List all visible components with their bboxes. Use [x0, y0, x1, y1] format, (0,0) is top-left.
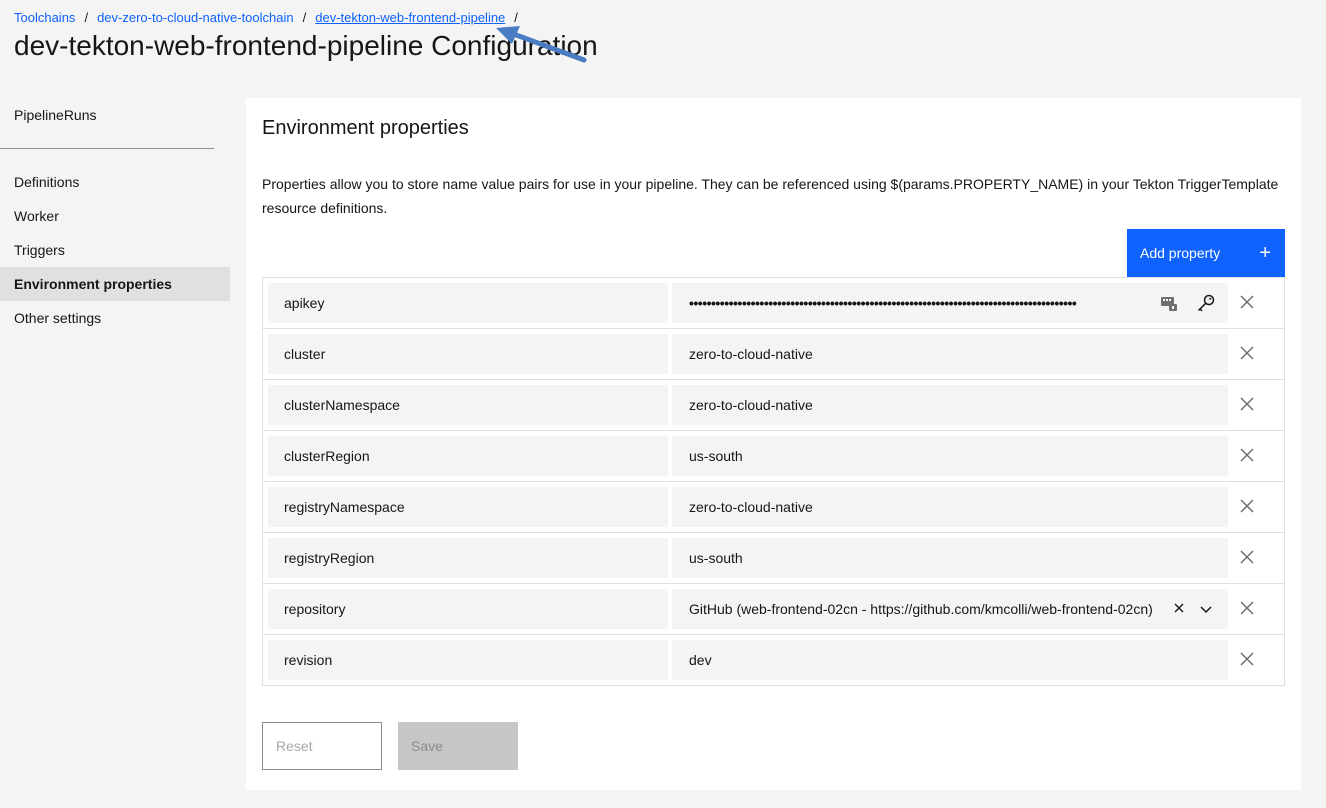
- sidebar-item-definitions[interactable]: Definitions: [0, 165, 230, 199]
- delete-property-icon[interactable]: [1239, 651, 1255, 667]
- key-icon[interactable]: [1196, 293, 1216, 313]
- property-value-secure-field[interactable]: ••••••••••••••••••••••••••••••••••••••••…: [672, 283, 1228, 323]
- delete-property-icon[interactable]: [1239, 345, 1255, 361]
- sidebar-item-pipelineruns[interactable]: PipelineRuns: [0, 98, 230, 132]
- sidebar-item-environment-properties[interactable]: Environment properties: [0, 267, 230, 301]
- repository-select[interactable]: GitHub (web-frontend-02cn - https://gith…: [672, 589, 1228, 629]
- sidebar-item-triggers[interactable]: Triggers: [0, 233, 230, 267]
- table-row: clusterRegion us-south: [263, 431, 1284, 482]
- breadcrumb-toolchain[interactable]: dev-zero-to-cloud-native-toolchain: [97, 10, 294, 25]
- sidebar-item-other-settings[interactable]: Other settings: [0, 301, 230, 335]
- property-name-field[interactable]: repository: [268, 589, 668, 629]
- clear-selection-icon[interactable]: [1172, 601, 1186, 615]
- reset-button[interactable]: Reset: [262, 722, 382, 770]
- table-row: registryRegion us-south: [263, 533, 1284, 584]
- page-title: dev-tekton-web-frontend-pipeline Configu…: [14, 30, 598, 61]
- delete-property-icon[interactable]: [1239, 549, 1255, 565]
- table-row: clusterNamespace zero-to-cloud-native: [263, 380, 1284, 431]
- delete-property-icon[interactable]: [1239, 447, 1255, 463]
- plus-icon: +: [1259, 242, 1271, 264]
- save-button[interactable]: Save: [398, 722, 518, 770]
- section-description: Properties allow you to store name value…: [262, 176, 1279, 216]
- property-name-field[interactable]: cluster: [268, 334, 668, 374]
- property-name-field[interactable]: clusterNamespace: [268, 385, 668, 425]
- property-name-field[interactable]: apikey: [268, 283, 668, 323]
- repository-select-value: GitHub (web-frontend-02cn - https://gith…: [689, 601, 1153, 617]
- password-manager-icon[interactable]: [1160, 294, 1178, 312]
- sidebar: PipelineRuns Definitions Worker Triggers…: [0, 98, 230, 335]
- property-name-field[interactable]: registryRegion: [268, 538, 668, 578]
- delete-property-icon[interactable]: [1239, 294, 1255, 310]
- breadcrumb-separator: /: [302, 10, 307, 25]
- property-name-field[interactable]: clusterRegion: [268, 436, 668, 476]
- table-row: apikey •••••••••••••••••••••••••••••••••…: [263, 278, 1284, 329]
- properties-table: apikey •••••••••••••••••••••••••••••••••…: [262, 277, 1285, 686]
- delete-property-icon[interactable]: [1239, 396, 1255, 412]
- table-row: registryNamespace zero-to-cloud-native: [263, 482, 1284, 533]
- table-row: cluster zero-to-cloud-native: [263, 329, 1284, 380]
- breadcrumb-separator: /: [514, 10, 518, 25]
- section-title: Environment properties: [262, 117, 469, 139]
- delete-property-icon[interactable]: [1239, 498, 1255, 514]
- breadcrumb: Toolchains / dev-zero-to-cloud-native-to…: [14, 10, 527, 25]
- breadcrumb-toolchains[interactable]: Toolchains: [14, 10, 75, 25]
- breadcrumb-separator: /: [84, 10, 89, 25]
- breadcrumb-pipeline[interactable]: dev-tekton-web-frontend-pipeline: [315, 10, 505, 25]
- property-value-field[interactable]: us-south: [672, 436, 1228, 476]
- property-name-field[interactable]: revision: [268, 640, 668, 680]
- sidebar-divider: [0, 148, 214, 149]
- add-property-label: Add property: [1140, 245, 1221, 261]
- property-value-field[interactable]: zero-to-cloud-native: [672, 487, 1228, 527]
- property-value-field[interactable]: zero-to-cloud-native: [672, 385, 1228, 425]
- property-value-field[interactable]: zero-to-cloud-native: [672, 334, 1228, 374]
- chevron-down-icon[interactable]: [1198, 601, 1214, 617]
- secure-value-mask: ••••••••••••••••••••••••••••••••••••••••…: [689, 295, 1077, 311]
- sidebar-item-worker[interactable]: Worker: [0, 199, 230, 233]
- add-property-button[interactable]: Add property +: [1127, 229, 1285, 277]
- table-row: repository GitHub (web-frontend-02cn - h…: [263, 584, 1284, 635]
- main-content: Environment properties Properties allow …: [246, 98, 1301, 790]
- property-value-field[interactable]: us-south: [672, 538, 1228, 578]
- delete-property-icon[interactable]: [1239, 600, 1255, 616]
- property-name-field[interactable]: registryNamespace: [268, 487, 668, 527]
- property-value-field[interactable]: dev: [672, 640, 1228, 680]
- table-row: revision dev: [263, 635, 1284, 686]
